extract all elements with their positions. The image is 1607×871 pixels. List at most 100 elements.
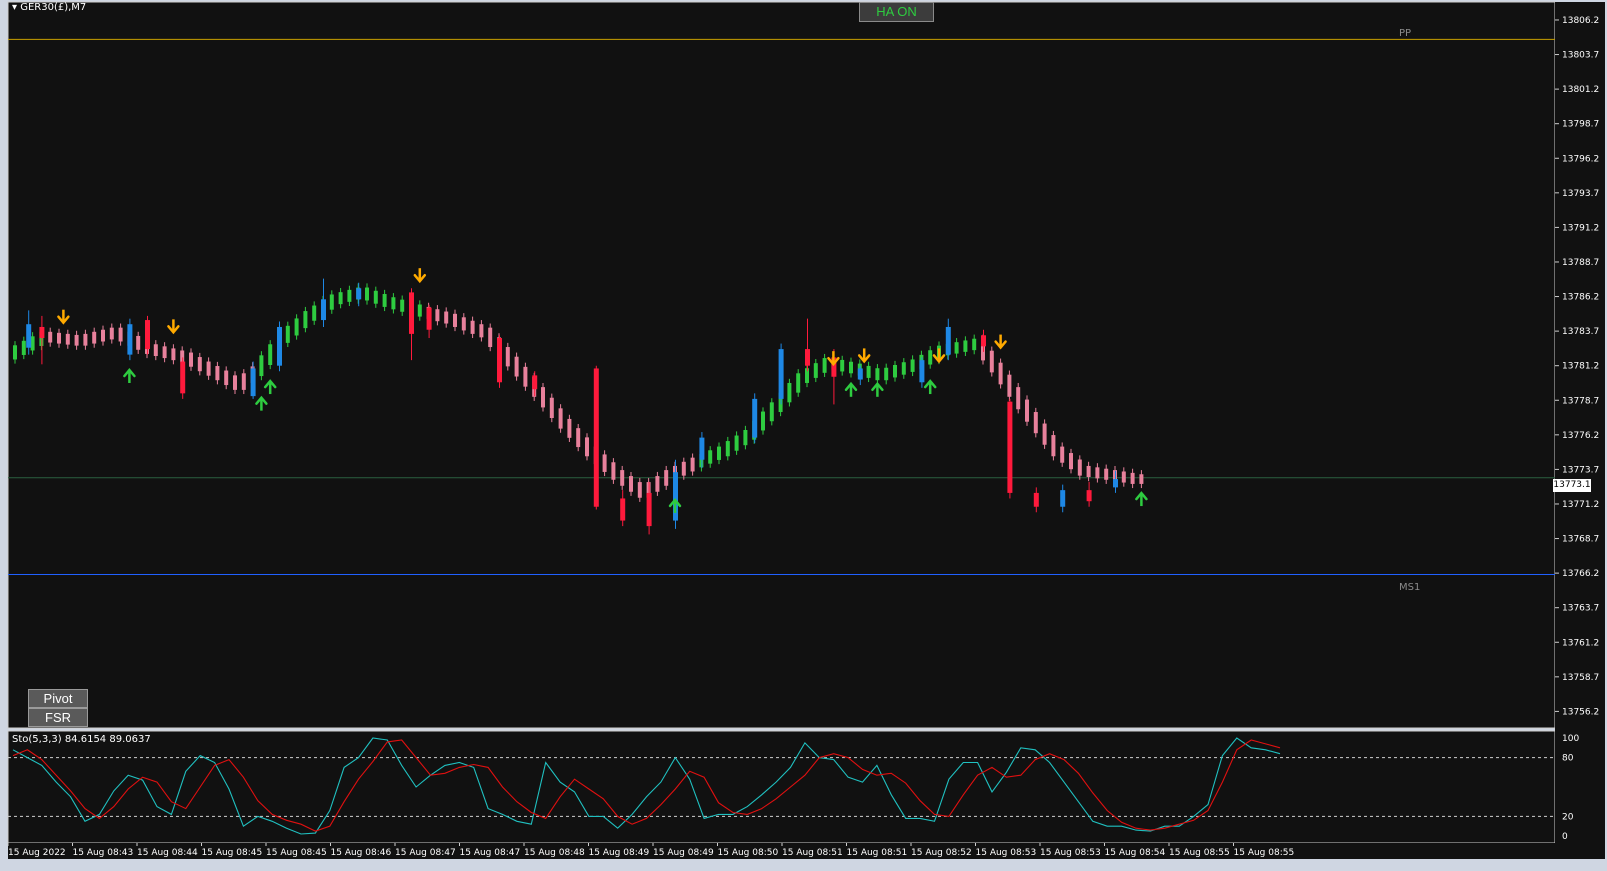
candle-body [919, 360, 925, 383]
ha-candle [849, 361, 853, 374]
ha-candle [989, 350, 994, 373]
ms1-level-label: MS1 [1399, 582, 1421, 593]
ha-candle [602, 454, 607, 472]
ha-candle [285, 325, 290, 343]
ha-candle [1060, 446, 1065, 463]
price-tick-label: 13781.2 [1562, 362, 1599, 372]
candle-body [981, 335, 986, 347]
ha-candle [963, 340, 968, 352]
candle-body [673, 472, 678, 521]
candle-body [277, 326, 282, 366]
ha-candle [109, 327, 114, 340]
ha-candle [655, 476, 660, 492]
time-tick-label: 15 Aug 08:50 [718, 848, 779, 858]
background-layer [0, 0, 1607, 871]
ha-candle [1069, 453, 1073, 470]
symbol-label[interactable]: ▾ GER30(£),M7 [12, 2, 86, 13]
price-tick-label: 13773.7 [1562, 465, 1599, 475]
ha-candle [417, 304, 422, 317]
ha-candle [576, 428, 581, 448]
time-tick-label: 15 Aug 08:46 [331, 848, 392, 858]
ha-candle [92, 331, 97, 344]
sto-tick-label: 80 [1562, 754, 1574, 764]
price-tick-label: 13806.2 [1562, 16, 1599, 26]
price-tick-label: 13796.2 [1562, 154, 1599, 164]
ha-candle [1077, 459, 1082, 476]
price-tick-label: 13761.2 [1562, 638, 1599, 648]
ha-candle [514, 356, 519, 377]
ha-candle [259, 355, 264, 377]
candle-body [699, 437, 705, 460]
ha-candle [866, 365, 871, 378]
candle-body [426, 307, 432, 330]
ha-candle [1042, 423, 1047, 445]
pivot-button[interactable]: Pivot [28, 689, 88, 708]
ha-candle [391, 297, 396, 310]
price-tick-label: 13778.7 [1562, 396, 1599, 406]
candle-body [145, 320, 150, 350]
candle-body [1007, 401, 1013, 493]
ha-candle [761, 411, 765, 431]
trading-terminal: 13806.2 13803.7 13801.2 13798.7 13796.2 13793… [0, 0, 1607, 871]
ha-candle [453, 313, 457, 327]
time-tick-label: 15 Aug 08:53 [976, 848, 1037, 858]
ha-candle [215, 366, 220, 381]
ha-candle [1007, 374, 1012, 397]
ha-candle [734, 435, 739, 451]
chart-svg[interactable]: 13806.2 13803.7 13801.2 13798.7 13796.2 13793… [0, 0, 1607, 871]
time-tick-label: 15 Aug 08:45 [202, 848, 263, 858]
ha-candle [725, 441, 730, 457]
ha-candle [972, 338, 977, 351]
ha-candle [585, 437, 589, 457]
ha-candle [1086, 465, 1091, 478]
ha-candle [1016, 387, 1021, 410]
time-tick-label: 15 Aug 08:52 [911, 848, 972, 858]
price-tick-label: 13776.2 [1562, 431, 1599, 441]
ha-candle [48, 331, 53, 343]
candle-body [857, 368, 863, 380]
ha-candle [813, 363, 818, 378]
ha-candle [558, 408, 563, 429]
ha-candle [65, 333, 70, 345]
ha-candle [197, 357, 202, 372]
price-tick-label: 13791.2 [1562, 223, 1599, 233]
ha-candle [840, 359, 845, 372]
time-tick-label: 15 Aug 08:47 [460, 848, 521, 858]
ha-candle [1104, 468, 1109, 480]
ha-toggle-button[interactable]: HA ON [859, 2, 934, 22]
ha-candle [796, 373, 801, 393]
ha-candle [769, 402, 774, 422]
ha-candle [118, 327, 123, 342]
time-tick-label: 15 Aug 08:49 [653, 848, 714, 858]
symbol-text: GER30(£),M7 [20, 2, 87, 13]
time-tick-label: 15 Aug 08:43 [73, 848, 134, 858]
ha-candle [1130, 472, 1135, 484]
time-tick-label: 15 Aug 08:54 [1105, 848, 1166, 858]
price-tick-label: 13803.7 [1562, 51, 1599, 61]
price-tick-label: 13793.7 [1562, 189, 1599, 199]
ha-candle [488, 327, 493, 348]
candle-body [1033, 492, 1039, 507]
sto-tick-label: 0 [1562, 832, 1568, 842]
fsr-button[interactable]: FSR [28, 708, 88, 727]
ha-candle [233, 375, 237, 390]
ha-candle [541, 387, 545, 408]
candle-body [1113, 479, 1118, 488]
ha-candle [224, 370, 229, 386]
ha-candle [470, 320, 475, 334]
ha-candle [822, 358, 827, 373]
ha-candle [787, 382, 792, 403]
price-tick-label: 13801.2 [1562, 85, 1599, 95]
time-tick-label: 15 Aug 08:49 [589, 848, 650, 858]
ha-candle [743, 429, 748, 446]
ha-candle [382, 294, 387, 307]
ha-candle [637, 482, 642, 498]
price-tick-label: 13788.7 [1562, 258, 1599, 268]
ha-candle [444, 311, 449, 324]
ha-candle [241, 373, 246, 390]
time-tick-label: 15 Aug 08:47 [395, 848, 456, 858]
ha-candle [611, 462, 616, 480]
ha-candle [505, 347, 510, 367]
ha-candle [162, 346, 167, 359]
time-tick-label: 15 Aug 08:55 [1234, 848, 1295, 858]
